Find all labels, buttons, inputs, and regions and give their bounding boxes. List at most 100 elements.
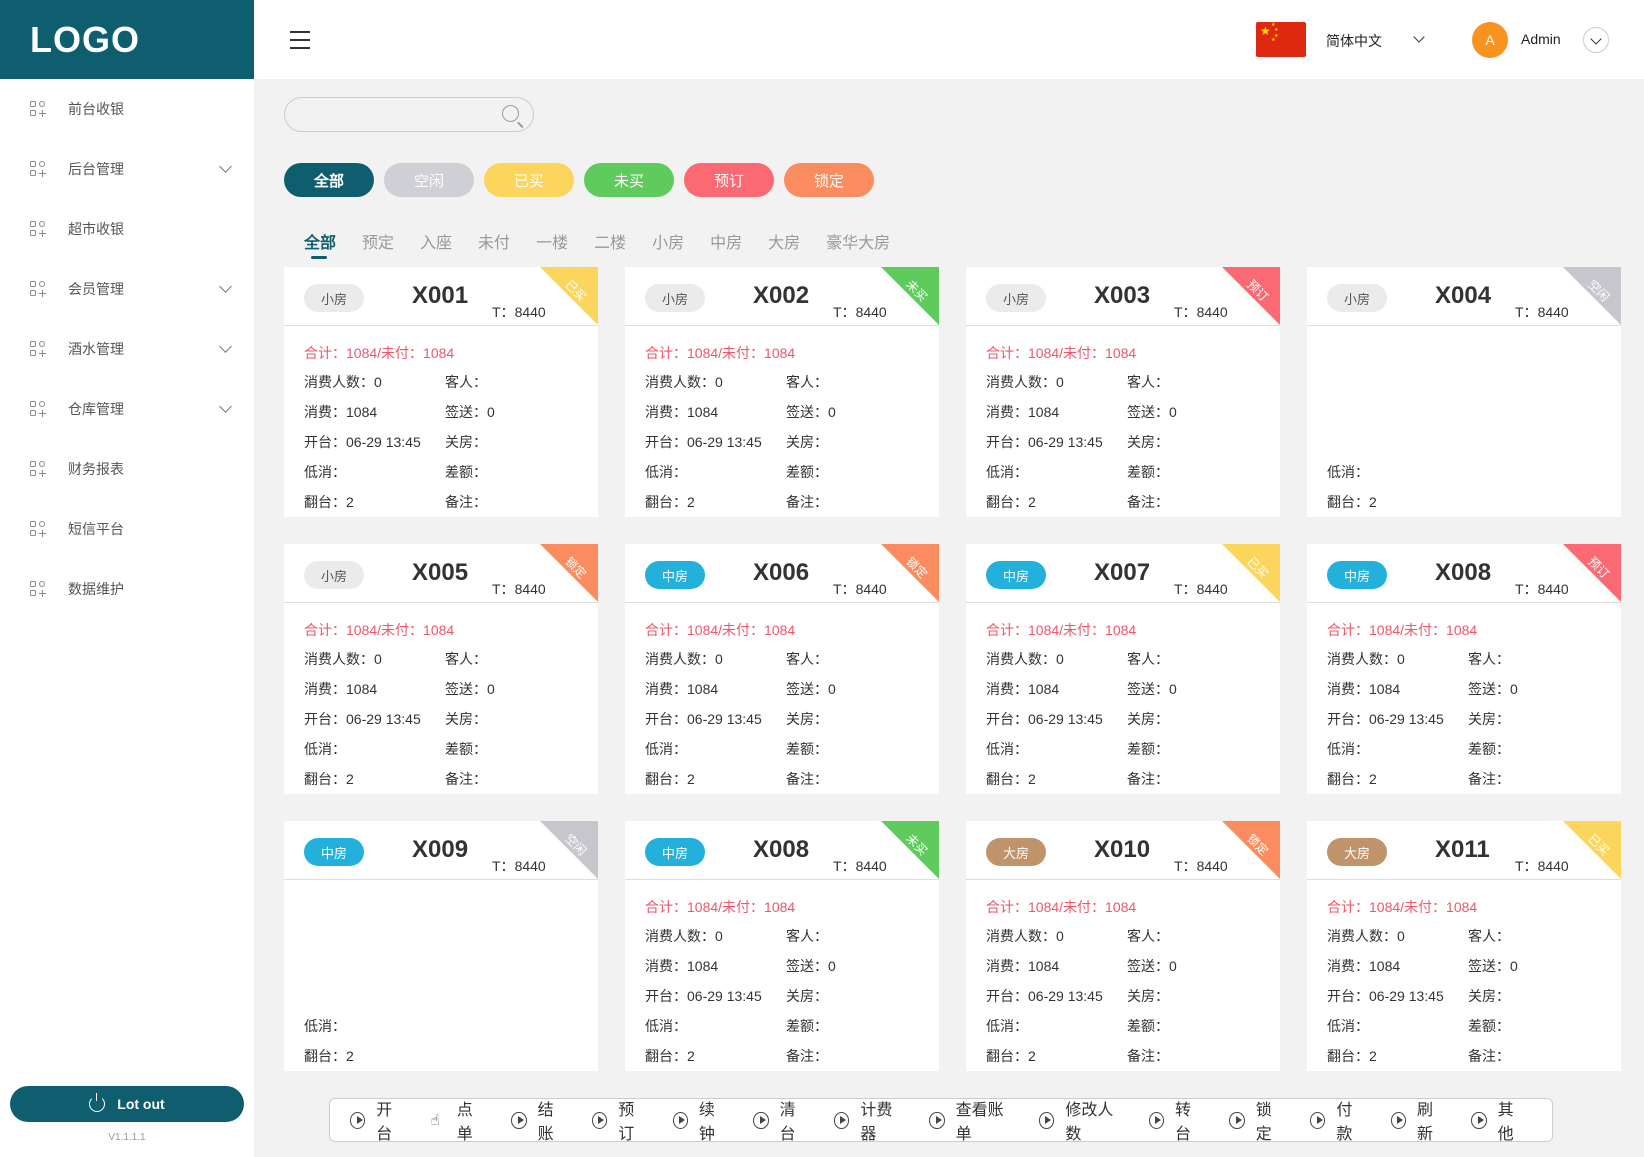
- sidebar-item[interactable]: 短信平台: [0, 499, 254, 559]
- sidebar-item[interactable]: 仓库管理: [0, 379, 254, 439]
- category-tab[interactable]: 大房: [768, 229, 800, 257]
- action-button[interactable]: 其他: [1471, 1096, 1526, 1144]
- room-card[interactable]: 小房 X002 T：8440 未买 合计：1084/未付：1084 消费人数：0 客人： 消费…: [625, 267, 939, 517]
- action-button[interactable]: 清台: [753, 1096, 808, 1144]
- room-info-cell: 翻台：2: [304, 769, 445, 789]
- category-tab[interactable]: 入座: [420, 229, 452, 257]
- category-tab[interactable]: 豪华大房: [826, 229, 890, 257]
- room-number: X010: [1094, 836, 1151, 863]
- china-flag-icon[interactable]: ★ ★ ★ ★ ★: [1256, 22, 1306, 57]
- room-info-cell: 备注：: [445, 492, 487, 512]
- user-name[interactable]: Admin: [1521, 31, 1561, 47]
- room-info-label: 低消：: [304, 464, 346, 480]
- room-number: X008: [1435, 559, 1492, 586]
- room-info-row: 低消：: [1327, 462, 1617, 482]
- room-t-label: T：: [492, 304, 515, 320]
- room-info-value: 06-29 13:45: [1028, 988, 1103, 1004]
- room-info-row: 消费：1084 签送：0: [645, 956, 935, 976]
- status-filter-button[interactable]: 已买: [484, 163, 574, 197]
- status-filter-button[interactable]: 全部: [284, 163, 374, 197]
- room-card[interactable]: 大房 X011 T：8440 已买 合计：1084/未付：1084 消费人数：0 客人： 消费…: [1307, 821, 1621, 1071]
- search-icon[interactable]: [502, 105, 519, 122]
- action-button[interactable]: 预订: [591, 1096, 647, 1144]
- category-tab[interactable]: 二楼: [594, 229, 626, 257]
- action-button[interactable]: 锁定: [1229, 1096, 1284, 1144]
- status-filter-button[interactable]: 预订: [684, 163, 774, 197]
- status-filter-button[interactable]: 未买: [584, 163, 674, 197]
- sidebar-item[interactable]: 会员管理: [0, 259, 254, 319]
- category-tab[interactable]: 一楼: [536, 229, 568, 257]
- menu-toggle-icon[interactable]: [290, 31, 310, 49]
- room-card[interactable]: 中房 X007 T：8440 已买 合计：1084/未付：1084 消费人数：0 客人： 消费…: [966, 544, 1280, 794]
- room-info-value: 06-29 13:45: [1028, 711, 1103, 727]
- status-ribbon: 已买: [1563, 821, 1621, 879]
- action-label: 点单: [456, 1102, 473, 1143]
- action-button[interactable]: 查看账单: [929, 1096, 1013, 1144]
- room-info-label: 低消：: [645, 741, 687, 757]
- search-input[interactable]: [285, 98, 485, 131]
- sidebar-item-label: 财务报表: [68, 461, 124, 477]
- room-total: 合计：1084/未付：1084: [645, 345, 796, 361]
- action-button[interactable]: 开台: [350, 1096, 405, 1144]
- status-ribbon-label: 已买: [1585, 831, 1613, 859]
- room-info-cell: 翻台：2: [645, 769, 786, 789]
- play-circle-icon: [1390, 1111, 1407, 1129]
- action-button[interactable]: 付款: [1310, 1096, 1365, 1144]
- room-info-value: 06-29 13:45: [687, 988, 762, 1004]
- sidebar-item[interactable]: 数据维护: [0, 559, 254, 619]
- room-info-cell: 低消：: [645, 1016, 786, 1036]
- category-tab[interactable]: 小房: [652, 229, 684, 257]
- room-card[interactable]: 小房 X003 T：8440 预订 合计：1084/未付：1084 消费人数：0 客人： 消费…: [966, 267, 1280, 517]
- user-menu-chevron-icon[interactable]: [1583, 27, 1609, 53]
- room-info-cell: 消费人数：0: [645, 926, 786, 946]
- room-info-cell: 翻台：2: [304, 492, 445, 512]
- room-info-cell: 消费人数：0: [645, 649, 786, 669]
- chevron-down-icon[interactable]: [1413, 31, 1425, 43]
- room-info-row: 开台：06-29 13:45 关房：: [645, 986, 935, 1006]
- category-tab[interactable]: 全部: [304, 229, 336, 259]
- room-card-header: 中房 X008 T：8440 预订: [1307, 544, 1621, 603]
- room-card[interactable]: 中房 X006 T：8440 锁定 合计：1084/未付：1084 消费人数：0 客人： 消费…: [625, 544, 939, 794]
- action-button[interactable]: 刷新: [1390, 1096, 1446, 1144]
- sidebar-item[interactable]: 财务报表: [0, 439, 254, 499]
- action-button[interactable]: 续钟: [672, 1096, 728, 1144]
- room-info-value: 0: [1510, 958, 1518, 974]
- action-button[interactable]: ☝ 点单: [431, 1096, 486, 1144]
- category-tab[interactable]: 未付: [478, 229, 510, 257]
- room-info-row: 低消： 差额：: [645, 462, 935, 482]
- logout-button[interactable]: Lot out: [10, 1086, 244, 1122]
- room-info-label: 客人：: [786, 928, 828, 944]
- category-tab[interactable]: 预定: [362, 229, 394, 257]
- room-info-label: 备注：: [1127, 494, 1169, 510]
- room-card[interactable]: 中房 X009 T：8440 空闲 低消： 翻台：2: [284, 821, 598, 1071]
- room-info-cell: 签送：0: [1127, 402, 1177, 422]
- status-ribbon-label: 锁定: [562, 554, 590, 582]
- action-button[interactable]: 结账: [511, 1096, 566, 1144]
- room-info-label: 关房：: [445, 434, 487, 450]
- sidebar-item[interactable]: 后台管理: [0, 139, 254, 199]
- room-card[interactable]: 小房 X005 T：8440 锁定 合计：1084/未付：1084 消费人数：0 客人： 消费…: [284, 544, 598, 794]
- status-filter-button[interactable]: 锁定: [784, 163, 874, 197]
- status-filter-button[interactable]: 空闲: [384, 163, 474, 197]
- action-button[interactable]: 修改人数: [1038, 1096, 1123, 1144]
- room-info-cell: 翻台：2: [645, 1046, 786, 1066]
- room-card[interactable]: 中房 X008 T：8440 未买 合计：1084/未付：1084 消费人数：0 客人： 消费…: [625, 821, 939, 1071]
- language-selector[interactable]: 简体中文: [1326, 31, 1382, 51]
- room-type-badge: 中房: [986, 561, 1046, 589]
- action-button[interactable]: 计费器: [833, 1096, 903, 1144]
- room-card[interactable]: 中房 X008 T：8440 预订 合计：1084/未付：1084 消费人数：0 客人： 消费…: [1307, 544, 1621, 794]
- room-info-value: 1084: [687, 681, 719, 697]
- room-info-row: 开台：06-29 13:45 关房：: [1327, 709, 1617, 729]
- category-tab[interactable]: 中房: [710, 229, 742, 257]
- avatar[interactable]: A: [1472, 22, 1508, 58]
- room-info-cell: 签送：0: [1127, 956, 1177, 976]
- room-card[interactable]: 大房 X010 T：8440 锁定 合计：1084/未付：1084 消费人数：0 客人： 消费…: [966, 821, 1280, 1071]
- sidebar-item[interactable]: 前台收银: [0, 79, 254, 139]
- room-card[interactable]: 小房 X004 T：8440 空闲 低消： 翻台：2: [1307, 267, 1621, 517]
- room-info-value: 1084: [1369, 681, 1401, 697]
- sidebar-item[interactable]: 酒水管理: [0, 319, 254, 379]
- room-t-value: T：8440: [1174, 302, 1228, 322]
- action-button[interactable]: 转台: [1148, 1096, 1204, 1144]
- sidebar-item[interactable]: 超市收银: [0, 199, 254, 259]
- room-card[interactable]: 小房 X001 T：8440 已买 合计：1084/未付：1084 消费人数：0 客人： 消费…: [284, 267, 598, 517]
